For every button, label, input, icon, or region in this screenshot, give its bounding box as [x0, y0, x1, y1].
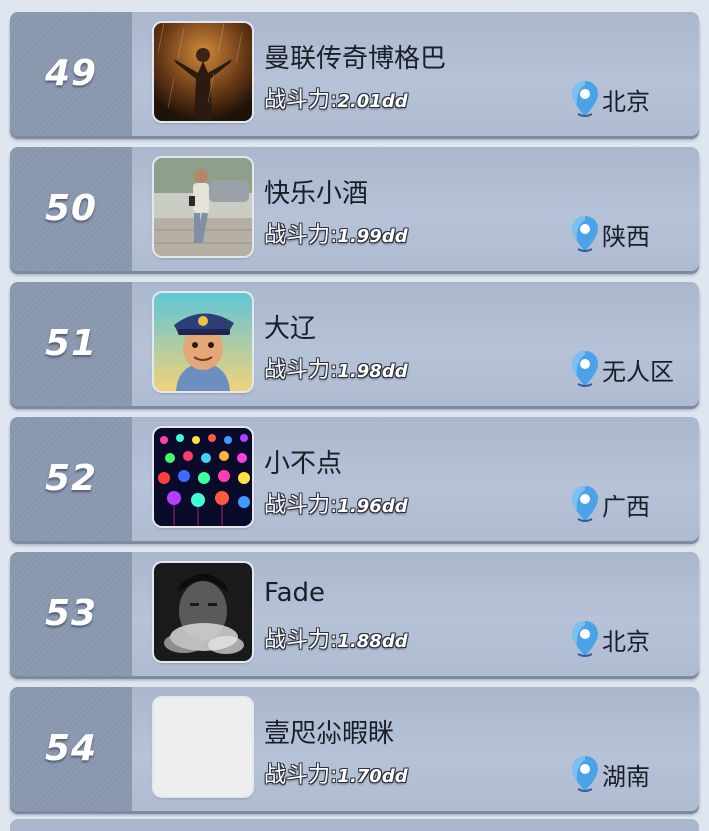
location-text: 湖南 [602, 762, 650, 791]
combat-power: 战斗力:1.88dd [264, 622, 408, 654]
location-text: 无人区 [602, 357, 674, 386]
combat-power-label: 战斗力: [264, 358, 338, 383]
player-name: 壹咫尛暇眯 [264, 719, 395, 749]
next-row-edge [10, 819, 699, 831]
rank-number: 49 [44, 53, 98, 94]
leaderboard-list: 49 曼联传奇博格巴 战斗力:2.01dd 北京 50 快乐小酒 战斗力:1.9… [0, 0, 709, 831]
leaderboard-row[interactable]: 53 Fade 战斗力:1.88dd 北京 [10, 552, 699, 676]
avatar-rainy-man-image [154, 23, 252, 121]
combat-power-value: 1.70dd [337, 766, 408, 787]
avatar-street-photo-image [154, 158, 252, 256]
leaderboard-row[interactable]: 49 曼联传奇博格巴 战斗力:2.01dd 北京 [10, 12, 699, 136]
leaderboard-row[interactable]: 54 壹咫尛暇眯 战斗力:1.70dd 湖南 [10, 687, 699, 811]
player-name: 小不点 [264, 449, 343, 479]
combat-power-label: 战斗力: [264, 763, 338, 788]
leaderboard-row[interactable]: 52 小不点 战斗力:1.96dd 广西 [10, 417, 699, 541]
combat-power-label: 战斗力: [264, 628, 338, 653]
combat-power-value: 1.98dd [337, 361, 408, 382]
leaderboard-row[interactable]: 51 大辽 战斗力:1.98dd 无人区 [10, 282, 699, 406]
location-text: 陕西 [602, 222, 650, 251]
avatar-blank-image [154, 698, 252, 796]
avatar[interactable] [154, 428, 252, 526]
location-text: 广西 [602, 492, 650, 521]
map-pin-icon [570, 80, 600, 118]
map-pin-icon [570, 215, 600, 253]
avatar[interactable] [154, 23, 252, 121]
location-text: 北京 [602, 87, 650, 116]
map-pin-icon [570, 350, 600, 388]
combat-power-label: 战斗力: [264, 223, 338, 248]
location: 北京 [570, 80, 650, 118]
rank-number: 50 [44, 188, 98, 229]
combat-power-value: 1.96dd [337, 496, 408, 517]
player-name: 曼联传奇博格巴 [264, 44, 447, 74]
leaderboard-row[interactable]: 50 快乐小酒 战斗力:1.99dd 陕西 [10, 147, 699, 271]
location: 无人区 [570, 350, 674, 388]
player-name: 快乐小酒 [264, 179, 369, 209]
avatar[interactable] [154, 158, 252, 256]
player-name: 大辽 [264, 314, 317, 344]
avatar-cartoon-captain-image [154, 293, 252, 391]
combat-power-value: 1.99dd [337, 226, 408, 247]
location: 湖南 [570, 755, 650, 793]
avatar[interactable] [154, 563, 252, 661]
combat-power: 战斗力:1.96dd [264, 487, 408, 519]
rank-number: 54 [44, 728, 98, 769]
map-pin-icon [570, 620, 600, 658]
rank-number: 51 [44, 323, 98, 364]
avatar-smoke-portrait-image [154, 563, 252, 661]
avatar[interactable] [154, 698, 252, 796]
combat-power: 战斗力:1.98dd [264, 352, 408, 384]
combat-power: 战斗力:1.70dd [264, 757, 408, 789]
combat-power: 战斗力:1.99dd [264, 217, 408, 249]
combat-power-label: 战斗力: [264, 493, 338, 518]
map-pin-icon [570, 485, 600, 523]
map-pin-icon [570, 755, 600, 793]
combat-power: 战斗力:2.01dd [264, 82, 408, 114]
combat-power-label: 战斗力: [264, 88, 338, 113]
avatar-lights-image [154, 428, 252, 526]
location: 广西 [570, 485, 650, 523]
rank-number: 53 [44, 593, 98, 634]
rank-number: 52 [44, 458, 98, 499]
location: 陕西 [570, 215, 650, 253]
combat-power-value: 2.01dd [337, 91, 408, 112]
avatar[interactable] [154, 293, 252, 391]
combat-power-value: 1.88dd [337, 631, 408, 652]
location: 北京 [570, 620, 650, 658]
player-name: Fade [264, 578, 326, 608]
location-text: 北京 [602, 627, 650, 656]
